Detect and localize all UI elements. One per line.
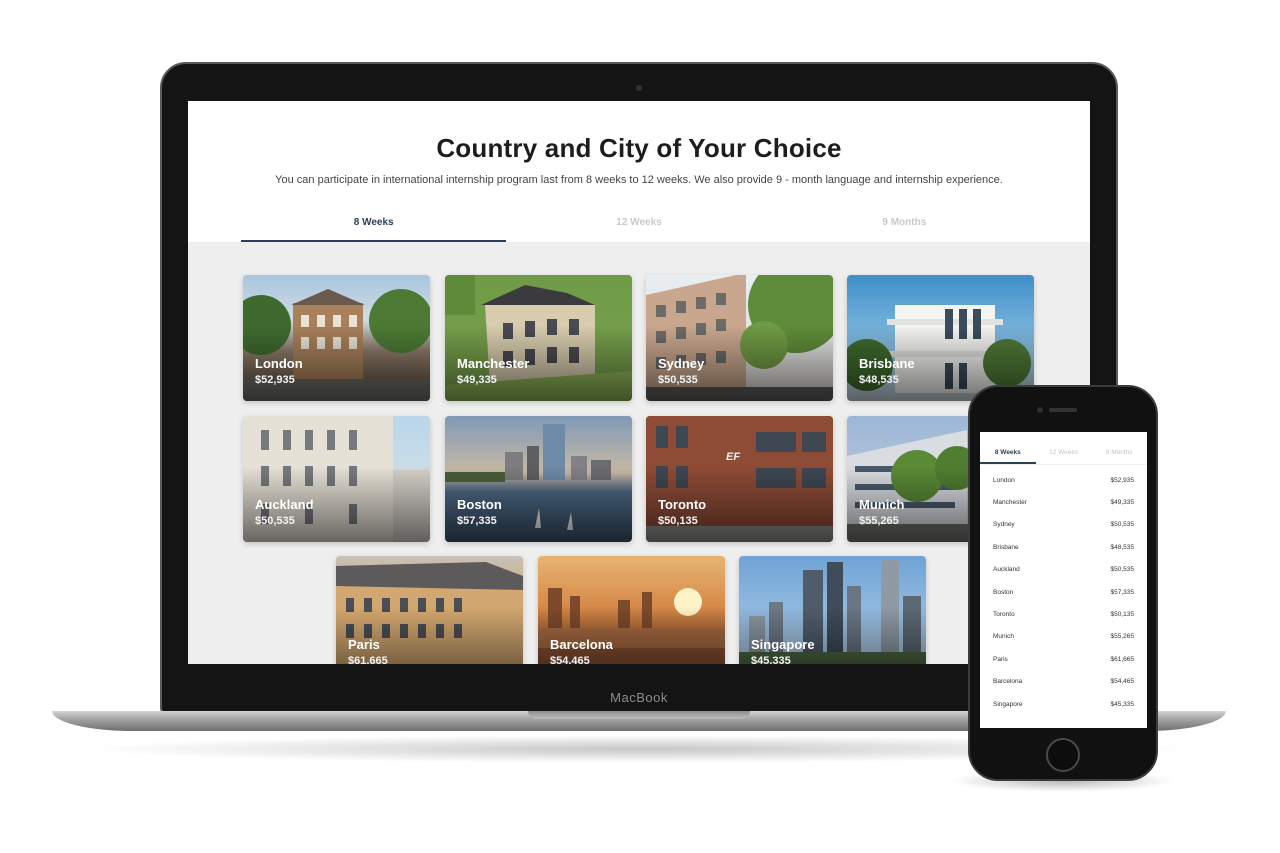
list-item-price: $45,335	[1110, 700, 1135, 708]
list-item-city: Paris	[993, 655, 1008, 663]
city-card-paris[interactable]: Paris $61,665	[336, 556, 523, 664]
city-name: Manchester	[457, 356, 530, 371]
phone-screen: 8 Weeks 12 Weeks 9 Months London $52,935 …	[980, 432, 1147, 728]
list-item-city: Brisbane	[993, 543, 1019, 551]
city-price: $50,135	[658, 515, 698, 527]
city-card-manchester[interactable]: Manchester $49,335	[445, 275, 632, 401]
list-item[interactable]: Paris $61,665	[993, 648, 1134, 670]
phone-tab-12-weeks[interactable]: 12 Weeks	[1036, 432, 1092, 464]
city-price: $49,335	[457, 374, 497, 386]
list-item-city: Singapore	[993, 700, 1023, 708]
phone-duration-tabs: 8 Weeks 12 Weeks 9 Months	[980, 432, 1147, 465]
list-item-city: Sydney	[993, 521, 1015, 529]
list-item-price: $57,335	[1110, 588, 1135, 596]
city-price: $52,935	[255, 374, 295, 386]
list-item[interactable]: Barcelona $54,465	[993, 671, 1134, 693]
city-name: Toronto	[658, 497, 707, 512]
list-item-price: $50,535	[1110, 566, 1135, 574]
city-name: Sydney	[658, 356, 705, 371]
city-name: London	[255, 356, 303, 371]
city-card-brisbane[interactable]: Brisbane $48,535	[847, 275, 1034, 401]
city-price: $54,465	[550, 655, 590, 664]
list-item[interactable]: London $52,935	[993, 469, 1134, 491]
list-item[interactable]: Toronto $50,135	[993, 603, 1134, 625]
phone-camera-icon	[1037, 407, 1043, 413]
city-name: Brisbane	[859, 356, 915, 371]
phone-tab-8-weeks[interactable]: 8 Weeks	[980, 432, 1036, 464]
list-item-city: Boston	[993, 588, 1014, 596]
page-header: Country and City of Your Choice You can …	[188, 101, 1090, 242]
list-item-price: $50,135	[1110, 611, 1135, 619]
tab-9-months[interactable]: 9 Months	[772, 209, 1037, 242]
city-grid: London $52,935 Manchester $49,335 Sydney…	[188, 242, 1090, 664]
list-item-price: $55,265	[1110, 633, 1135, 641]
list-item-price: $48,535	[1110, 543, 1135, 551]
tab-8-weeks[interactable]: 8 Weeks	[241, 209, 507, 242]
list-item[interactable]: Auckland $50,535	[993, 559, 1134, 581]
city-price: $45,335	[751, 655, 791, 664]
city-card-toronto[interactable]: EF Toronto $50,135	[646, 416, 833, 542]
city-name: Munich	[859, 497, 905, 512]
list-item-price: $52,935	[1110, 476, 1135, 484]
city-price: $57,335	[457, 515, 497, 527]
duration-tabs: 8 Weeks 12 Weeks 9 Months	[241, 209, 1037, 242]
list-item[interactable]: Brisbane $48,535	[993, 536, 1134, 558]
city-card-boston[interactable]: Boston $57,335	[445, 416, 632, 542]
list-item-city: Munich	[993, 633, 1014, 641]
laptop-brand-label: MacBook	[610, 690, 668, 705]
list-item[interactable]: Sydney $50,535	[993, 514, 1134, 536]
city-name: Barcelona	[550, 637, 613, 652]
laptop-notch	[528, 711, 750, 719]
list-item-city: Auckland	[993, 566, 1020, 574]
phone-price-list: London $52,935 Manchester $49,335 Sydney $5…	[980, 469, 1147, 715]
phone-speaker	[1049, 408, 1077, 412]
list-item[interactable]: Manchester $49,335	[993, 491, 1134, 513]
laptop-camera-icon	[636, 85, 642, 91]
city-price: $50,535	[658, 374, 698, 386]
city-card-singapore[interactable]: Singapore $45,335	[739, 556, 926, 664]
city-price: $48,535	[859, 374, 899, 386]
city-price: $50,535	[255, 515, 295, 527]
list-item[interactable]: Munich $55,265	[993, 626, 1134, 648]
page-subtitle: You can participate in international int…	[275, 174, 1003, 186]
list-item-city: Toronto	[993, 611, 1015, 619]
list-item-price: $49,335	[1110, 499, 1135, 507]
city-card-auckland[interactable]: Auckland $50,535	[243, 416, 430, 542]
list-item-city: Barcelona	[993, 678, 1023, 686]
laptop-screen: Country and City of Your Choice You can …	[188, 101, 1090, 664]
city-name: Boston	[457, 497, 502, 512]
list-item-price: $61,665	[1110, 655, 1135, 663]
city-name: Auckland	[255, 497, 314, 512]
city-card-barcelona[interactable]: Barcelona $54,465	[538, 556, 725, 664]
city-card-london[interactable]: London $52,935	[243, 275, 430, 401]
list-item-city: Manchester	[993, 499, 1027, 507]
svg-text:EF: EF	[726, 451, 740, 463]
tab-12-weeks[interactable]: 12 Weeks	[506, 209, 771, 242]
city-price: $61,665	[348, 655, 388, 664]
list-item-price: $50,535	[1110, 521, 1135, 529]
phone-home-button[interactable]	[1046, 738, 1080, 772]
city-price: $55,265	[859, 515, 899, 527]
city-card-sydney[interactable]: Sydney $50,535	[646, 275, 833, 401]
city-name: Singapore	[751, 637, 815, 652]
page-title: Country and City of Your Choice	[436, 133, 842, 163]
list-item[interactable]: Singapore $45,335	[993, 693, 1134, 715]
city-name: Paris	[348, 637, 380, 652]
list-item[interactable]: Boston $57,335	[993, 581, 1134, 603]
phone-tab-9-months[interactable]: 9 Months	[1091, 432, 1147, 464]
list-item-price: $54,465	[1110, 678, 1135, 686]
list-item-city: London	[993, 476, 1015, 484]
